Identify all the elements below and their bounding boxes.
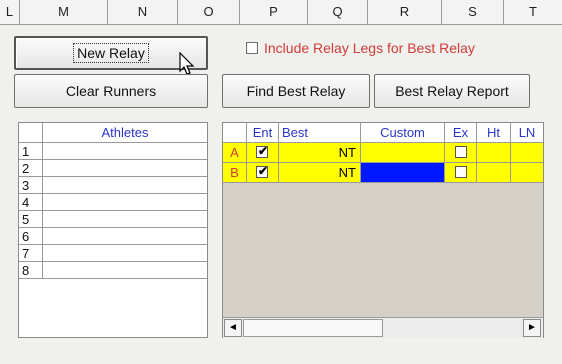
relay-grid-horizontal-scrollbar[interactable]: ◄ ► <box>223 317 543 338</box>
include-relay-legs-label: Include Relay Legs for Best Relay <box>264 40 475 56</box>
column-header-r[interactable]: R <box>368 0 442 24</box>
relay-entered-checkbox[interactable]: ✔ <box>256 164 269 178</box>
scrollbar-thumb[interactable] <box>243 319 383 337</box>
column-header-t[interactable]: T <box>504 0 562 24</box>
relay-header-ht: Ht <box>477 123 511 143</box>
relay-entered-cell[interactable]: ✔ <box>247 163 279 183</box>
athlete-row-number: 7 <box>19 245 43 262</box>
relay-heat-cell[interactable] <box>477 143 511 163</box>
athlete-row-number: 6 <box>19 228 43 245</box>
athlete-cell[interactable] <box>43 143 207 160</box>
scroll-left-icon[interactable]: ◄ <box>224 319 242 337</box>
column-header-l[interactable]: L <box>0 0 20 24</box>
relay-heat-cell[interactable] <box>477 163 511 183</box>
relay-ex-checkbox[interactable] <box>455 166 467 178</box>
column-header-m[interactable]: M <box>20 0 108 24</box>
clear-runners-label: Clear Runners <box>65 83 157 99</box>
athlete-row-number: 1 <box>19 143 43 160</box>
spreadsheet-column-headers: L M N O P Q R S T <box>0 0 562 25</box>
column-header-n[interactable]: N <box>108 0 178 24</box>
athlete-row-number: 4 <box>19 194 43 211</box>
relay-entered-cell[interactable]: ✔ <box>247 143 279 163</box>
relay-lane-cell[interactable] <box>511 143 543 163</box>
relay-grid-corner <box>223 123 247 143</box>
athlete-cell[interactable] <box>43 211 207 228</box>
relay-header-ent: Ent <box>247 123 279 143</box>
athlete-cell[interactable] <box>43 245 207 262</box>
find-best-relay-button[interactable]: Find Best Relay <box>222 74 370 108</box>
column-header-s[interactable]: S <box>442 0 504 24</box>
athletes-header: Athletes <box>43 123 207 143</box>
athlete-cell[interactable] <box>43 262 207 279</box>
best-relay-report-button[interactable]: Best Relay Report <box>374 74 530 108</box>
include-relay-legs-checkbox[interactable] <box>246 42 258 54</box>
clear-runners-button[interactable]: Clear Runners <box>14 74 208 108</box>
relay-header-ex: Ex <box>445 123 477 143</box>
athlete-row-number: 8 <box>19 262 43 279</box>
athlete-row-number: 3 <box>19 177 43 194</box>
column-header-o[interactable]: O <box>178 0 240 24</box>
athlete-cell[interactable] <box>43 194 207 211</box>
relay-lane-cell[interactable] <box>511 163 543 183</box>
relay-entered-checkbox[interactable]: ✔ <box>256 144 269 158</box>
relay-ex-checkbox[interactable] <box>455 146 467 158</box>
scroll-right-icon[interactable]: ► <box>523 319 541 337</box>
relay-team-label: A <box>223 143 247 163</box>
athlete-cell[interactable] <box>43 160 207 177</box>
athletes-grid-corner <box>19 123 43 143</box>
relay-custom-time-selected[interactable] <box>361 163 445 183</box>
new-relay-label: New Relay <box>73 43 149 63</box>
athlete-cell[interactable] <box>43 228 207 245</box>
athlete-cell[interactable] <box>43 177 207 194</box>
relay-custom-time[interactable] <box>361 143 445 163</box>
athletes-grid: Athletes 1 2 3 4 5 6 7 8 <box>18 122 208 338</box>
find-best-relay-label: Find Best Relay <box>246 83 346 99</box>
column-header-q[interactable]: Q <box>308 0 368 24</box>
relay-teams-grid: Ent Best Custom Ex Ht LN A ✔ NT B ✔ NT ◄… <box>222 122 544 338</box>
relay-team-label: B <box>223 163 247 183</box>
relay-header-ln: LN <box>511 123 543 143</box>
relay-ex-cell[interactable] <box>445 163 477 183</box>
athlete-row-number: 5 <box>19 211 43 228</box>
relay-best-time[interactable]: NT <box>279 163 361 183</box>
relay-header-best: Best <box>279 123 361 143</box>
best-relay-report-label: Best Relay Report <box>395 83 509 99</box>
column-header-p[interactable]: P <box>240 0 308 24</box>
relay-best-time[interactable]: NT <box>279 143 361 163</box>
check-icon: ✔ <box>258 144 269 158</box>
check-icon: ✔ <box>258 164 269 178</box>
relay-ex-cell[interactable] <box>445 143 477 163</box>
relay-header-custom: Custom <box>361 123 445 143</box>
athlete-row-number: 2 <box>19 160 43 177</box>
